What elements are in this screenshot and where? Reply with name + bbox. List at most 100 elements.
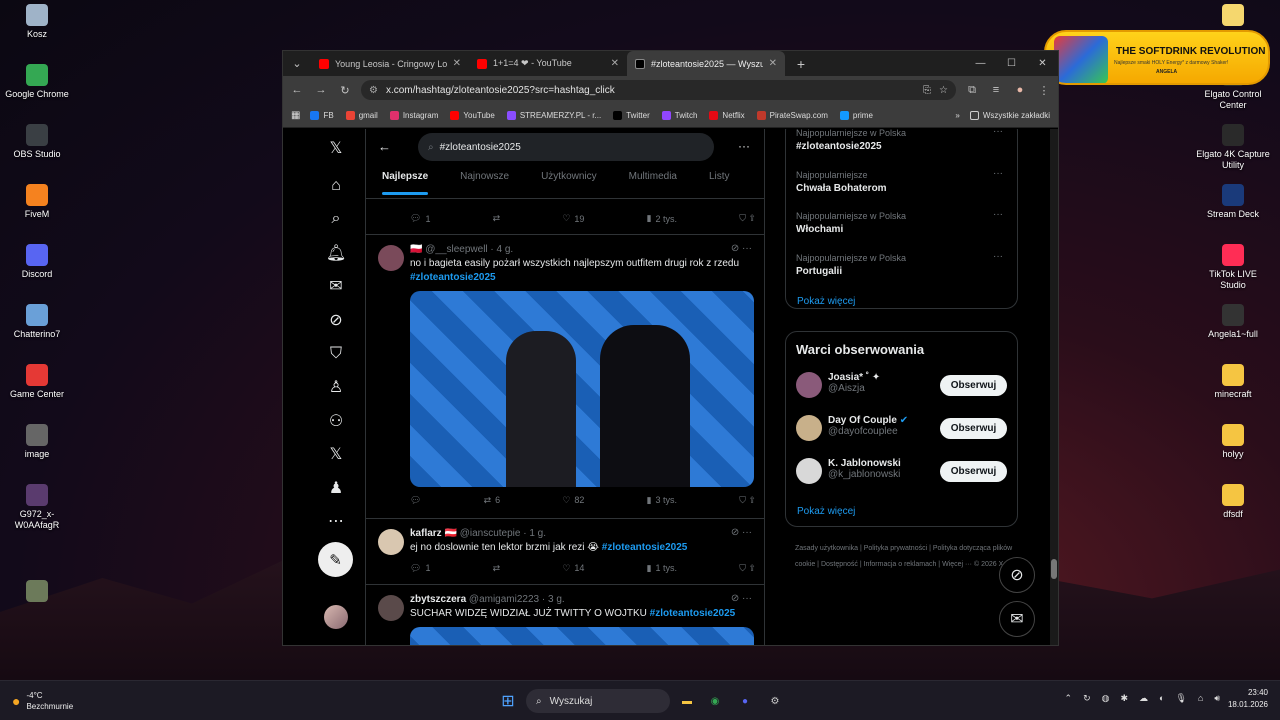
profile-avatar-icon[interactable]: ● — [1012, 84, 1028, 96]
desktop-icon[interactable]: TikTok LIVE Studio — [1196, 244, 1270, 291]
apps-grid-icon[interactable]: ▦ — [291, 110, 300, 121]
desktop-icon[interactable]: Kosz — [0, 4, 74, 40]
bookmark-item[interactable]: YouTube — [450, 111, 495, 120]
trend-item[interactable]: Najpopularniejsze w Polska #zloteantosie2… — [796, 129, 906, 152]
repost-icon[interactable]: ⇄ 6 — [484, 493, 501, 507]
reply-icon[interactable]: 💬︎ 1 — [410, 213, 430, 224]
chevron-up-icon[interactable]: ⌃ — [1065, 693, 1073, 704]
desktop-icon[interactable]: Google Chrome — [0, 64, 74, 100]
tweet[interactable]: ⊘ ··· 🇵🇱 @__sleepwell · 4 g. no i bagiet… — [366, 235, 764, 519]
avatar[interactable] — [796, 372, 822, 398]
user-handle[interactable]: @ianscutepie · 1 g. — [460, 528, 546, 539]
desktop-icon[interactable]: OBS Studio — [0, 124, 74, 160]
bookmark-star-icon[interactable]: ☆ — [939, 85, 948, 96]
bookmark-item[interactable]: STREAMERZY.PL - r... — [506, 111, 601, 120]
close-tab-icon[interactable]: ✕ — [611, 58, 619, 69]
bluetooth-icon[interactable]: ✱ — [1120, 693, 1128, 704]
more-options-icon[interactable]: ··· — [738, 139, 750, 153]
tab-x-hashtag[interactable]: #zloteantosie2025 — Wyszukiw ✕ — [627, 51, 785, 76]
grok-fab-icon[interactable]: ⊘ — [999, 557, 1035, 593]
desktop-icon[interactable]: Game Center — [0, 364, 74, 400]
tab-media[interactable]: Multimedia — [613, 171, 693, 195]
user-name[interactable]: kaflarz 🇦🇹 — [410, 528, 457, 539]
desktop-icon[interactable]: FiveM — [0, 184, 74, 220]
tweet[interactable]: ⊘ ··· kaflarz 🇦🇹 @ianscutepie · 1 g. ej … — [366, 519, 764, 585]
communities-icon[interactable]: ⚇ — [325, 410, 347, 432]
like-icon[interactable]: ♡ 19 — [562, 213, 584, 224]
avatar[interactable] — [378, 529, 404, 555]
user-handle[interactable]: @amigami2223 · 3 g. — [469, 594, 565, 605]
reply-icon[interactable]: 💬︎ — [410, 493, 421, 507]
reply-icon[interactable]: 💬︎ 1 — [410, 561, 430, 575]
more-options-icon[interactable]: ··· — [993, 209, 1003, 220]
desktop-icon[interactable]: minecraft — [1196, 364, 1270, 400]
search-input[interactable]: ⌕ #zloteantosie2025 — [418, 133, 714, 161]
bookmark-item[interactable]: Instagram — [389, 111, 438, 120]
more-options-icon[interactable]: ⊘ ··· — [731, 527, 752, 538]
forward-icon[interactable]: → — [313, 84, 329, 96]
follow-button[interactable]: Obserwuj — [940, 461, 1007, 482]
bookmark-icon[interactable]: ⛉ ⇪ — [739, 561, 756, 575]
tweet-media-image[interactable] — [410, 627, 754, 645]
desktop-icon[interactable]: G972_x-W0AAfagR — [0, 484, 74, 531]
bookmark-item[interactable]: Twitch — [661, 111, 697, 120]
desktop-icon[interactable]: Stream Deck — [1196, 184, 1270, 220]
desktop-icon[interactable]: Angela1~full — [1196, 304, 1270, 340]
trend-item[interactable]: Najpopularniejsze w Polska Portugalii — [796, 253, 906, 277]
bookmark-icon[interactable]: ⛉ ⇪ — [739, 213, 756, 224]
messages-envelope-icon[interactable]: ✉ — [325, 275, 347, 297]
extensions-icon[interactable]: ⧉ — [964, 84, 980, 97]
avatar[interactable] — [378, 245, 404, 271]
bookmark-item[interactable]: PirateSwap.com — [756, 111, 828, 120]
like-icon[interactable]: ♡ 14 — [562, 561, 584, 575]
site-info-icon[interactable]: ⚙ — [369, 85, 378, 96]
reload-icon[interactable]: ↻ — [337, 84, 353, 97]
tab-people[interactable]: Użytkownicy — [525, 171, 613, 195]
desktop-icon[interactable] — [0, 580, 74, 605]
cloud-icon[interactable]: ☁ — [1139, 693, 1148, 704]
avatar[interactable] — [378, 595, 404, 621]
more-options-icon[interactable]: ⊘ ··· — [731, 593, 752, 604]
show-more-suggestions-link[interactable]: Pokaż więcej — [797, 506, 855, 517]
media-icon[interactable]: ≡ — [988, 84, 1004, 96]
app-taskbar-icon[interactable]: ⚙ — [764, 690, 786, 712]
x-logo-icon[interactable]: 𝕏 — [325, 137, 347, 159]
desktop-icon[interactable]: Elgato 4K Capture Utility — [1196, 124, 1270, 171]
desktop-icon[interactable]: holyy — [1196, 424, 1270, 460]
close-window-icon[interactable]: ✕ — [1027, 51, 1058, 76]
tab-list-chevron-icon[interactable]: ⌄ — [289, 57, 305, 70]
user-handle[interactable]: @__sleepwell · 4 g. — [425, 244, 513, 255]
bookmark-icon[interactable]: ⛉ ⇪ — [739, 493, 756, 507]
views-icon[interactable]: ▮ 3 tys. — [647, 493, 677, 507]
install-app-icon[interactable]: ⎘ — [923, 85, 931, 96]
bookmark-item[interactable]: Netflix — [709, 111, 745, 120]
home-icon[interactable]: ⌂ — [325, 175, 347, 197]
clock[interactable]: 23:40 18.01.2026 — [1228, 687, 1268, 711]
more-options-icon[interactable]: ··· — [993, 168, 1003, 179]
user-name[interactable]: zbytszczera — [410, 594, 466, 605]
show-more-trends-link[interactable]: Pokaż więcej — [797, 296, 855, 307]
premium-x-icon[interactable]: 𝕏 — [325, 443, 347, 465]
like-icon[interactable]: ♡ 82 — [562, 493, 584, 507]
tweet[interactable]: ⊘ ··· zbytszczera @amigami2223 · 3 g. SU… — [366, 585, 764, 645]
file-explorer-icon[interactable]: ▬ — [676, 690, 698, 712]
chrome-taskbar-icon[interactable]: ◉ — [704, 690, 726, 712]
close-tab-icon[interactable]: ✕ — [769, 58, 777, 69]
desktop-icon[interactable]: Chatterino7 — [0, 304, 74, 340]
repost-icon[interactable]: ⇄ — [493, 213, 501, 224]
notifications-bell-icon[interactable]: 🔔︎ — [325, 242, 347, 264]
views-icon[interactable]: ▮ 2 tys. — [647, 213, 677, 224]
more-options-icon[interactable]: ⊘ ··· — [731, 243, 752, 254]
grok-icon[interactable]: ⊘ — [325, 309, 347, 331]
more-options-icon[interactable]: ··· — [993, 129, 1003, 137]
back-icon[interactable]: ← — [289, 84, 305, 96]
avatar[interactable] — [796, 415, 822, 441]
footer-links[interactable]: Zasady użytkownika | Polityka prywatnośc… — [795, 541, 1025, 573]
tab-lists[interactable]: Listy — [693, 171, 746, 195]
hashtag-link[interactable]: #zloteantosie2025 — [410, 271, 764, 285]
network-icon[interactable]: ⌂ — [1198, 693, 1203, 704]
post-button[interactable]: ✎ — [318, 542, 353, 577]
menu-icon[interactable]: ⋮ — [1036, 84, 1052, 97]
avatar[interactable] — [796, 458, 822, 484]
app-tray-icon[interactable]: ◍ — [1102, 693, 1110, 704]
